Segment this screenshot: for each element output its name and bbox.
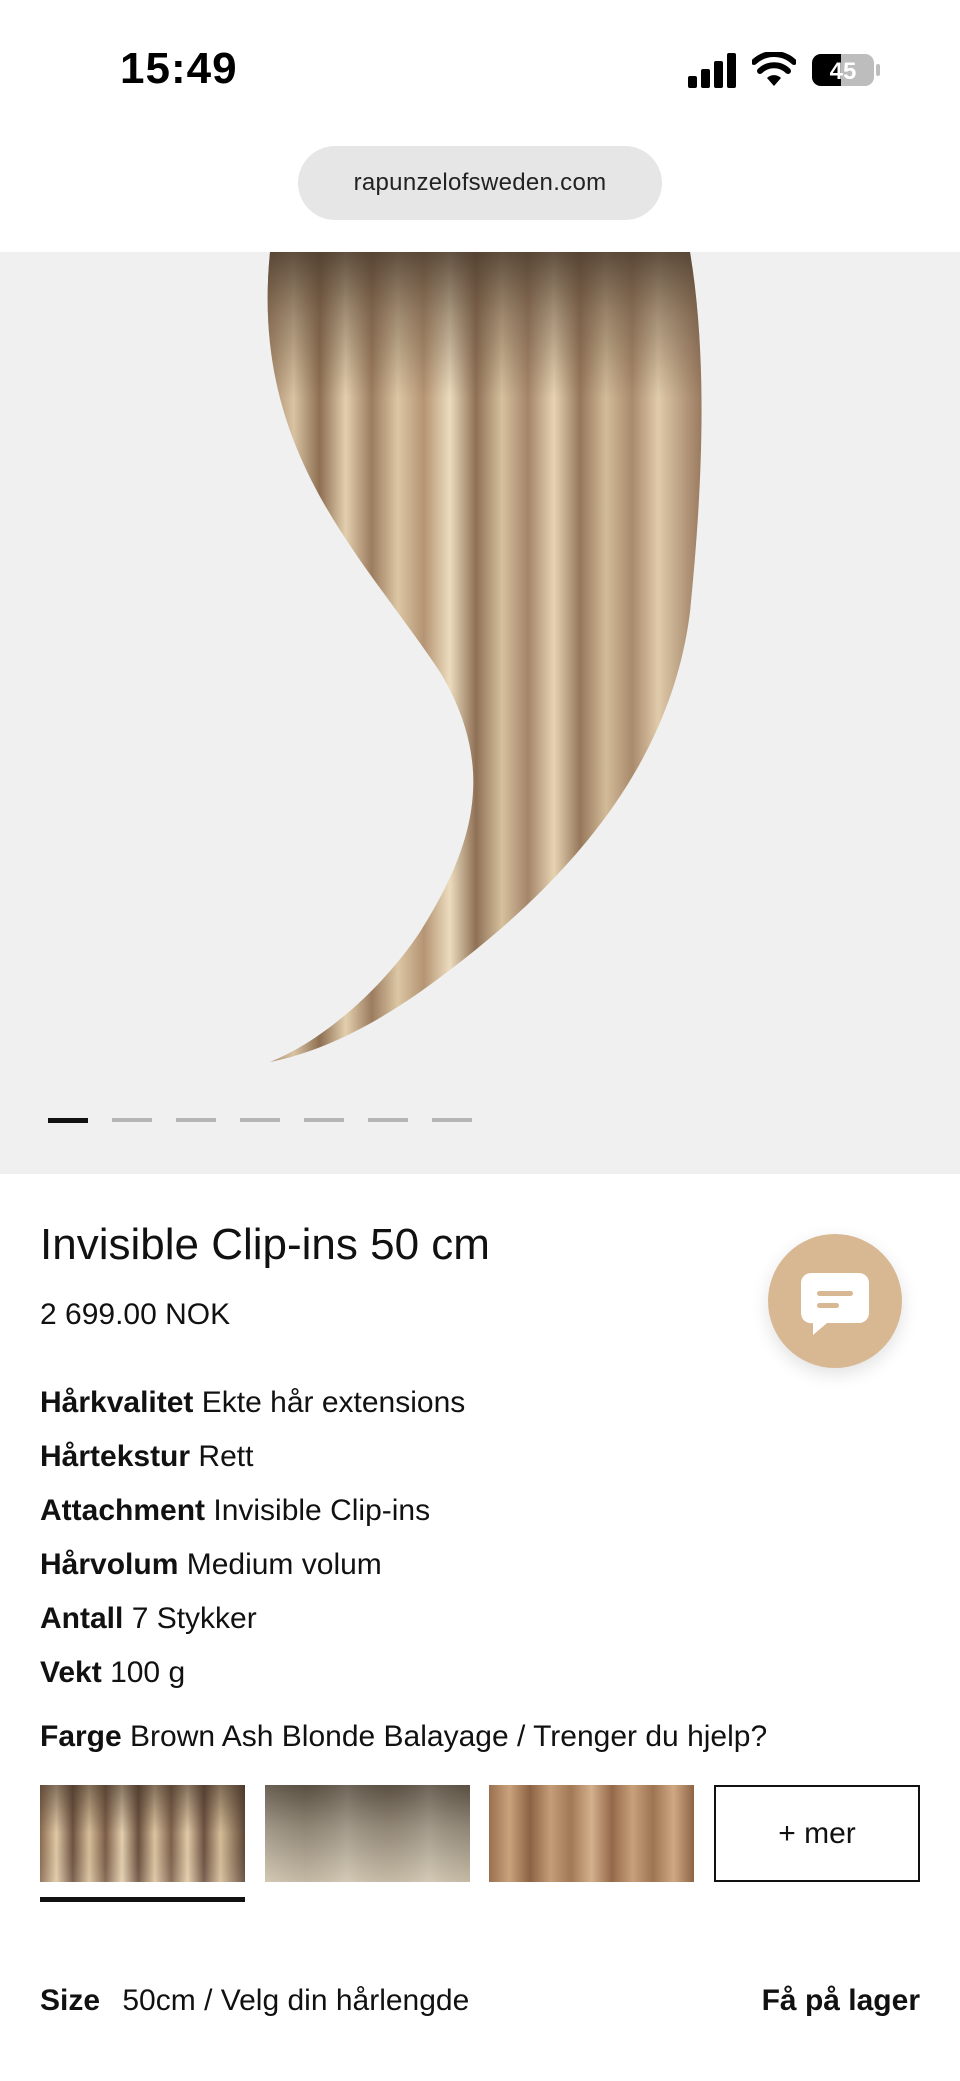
size-selection[interactable]: Size 50cm / Velg din hårlengde Få på lag…	[40, 1984, 920, 2018]
product-price: 2 699.00 NOK	[40, 1298, 231, 1331]
attribute-label: Antall	[40, 1602, 124, 1635]
status-bar: 15:49 45	[0, 0, 960, 140]
attribute-label: Hårkvalitet	[40, 1386, 194, 1419]
gallery-dot[interactable]	[112, 1118, 152, 1122]
swatch-image	[489, 1785, 694, 1882]
url-text: rapunzelofsweden.com	[353, 169, 607, 196]
attribute-label: Hårtekstur	[40, 1440, 191, 1473]
chat-button[interactable]	[768, 1234, 902, 1368]
gallery-dot[interactable]	[240, 1118, 280, 1122]
url-bar[interactable]: rapunzelofsweden.com	[298, 146, 662, 220]
gallery-dot[interactable]	[304, 1118, 344, 1122]
stock-status: Få på lager	[761, 1984, 920, 2017]
attribute-row: Vekt 100 g	[40, 1646, 465, 1700]
gallery-dot[interactable]	[368, 1118, 408, 1122]
wifi-icon	[752, 52, 796, 86]
selected-swatch-indicator	[40, 1897, 245, 1902]
gallery-dot[interactable]	[176, 1118, 216, 1122]
attribute-row: Attachment Invisible Clip-ins	[40, 1484, 465, 1538]
color-swatches: + mer	[40, 1785, 920, 1905]
attribute-label: Attachment	[40, 1494, 206, 1527]
gallery-dot[interactable]	[432, 1118, 472, 1122]
attribute-value: 100 g	[110, 1656, 186, 1689]
product-title: Invisible Clip-ins 50 cm	[40, 1220, 490, 1269]
chat-bubble-icon	[800, 1273, 869, 1335]
attribute-row: Antall 7 Stykker	[40, 1592, 465, 1646]
cellular-signal-icon	[688, 53, 736, 88]
product-attributes: Hårkvalitet Ekte hår extensions Hårtekst…	[40, 1376, 465, 1700]
swatch-image	[40, 1785, 245, 1882]
attribute-row: Hårvolum Medium volum	[40, 1538, 465, 1592]
color-label: Farge	[40, 1720, 122, 1753]
swatch-image	[265, 1785, 470, 1882]
attribute-row: Hårkvalitet Ekte hår extensions	[40, 1376, 465, 1430]
gallery-dot[interactable]	[48, 1118, 88, 1123]
size-value: 50cm / Velg din hårlengde	[122, 1984, 470, 2017]
color-value[interactable]: Brown Ash Blonde Balayage / Trenger du h…	[130, 1720, 767, 1753]
attribute-row: Hårtekstur Rett	[40, 1430, 465, 1484]
attribute-value: Rett	[198, 1440, 254, 1473]
gallery-pagination	[48, 1118, 472, 1123]
attribute-label: Vekt	[40, 1656, 102, 1689]
product-image-gallery[interactable]	[0, 252, 960, 1174]
attribute-value: 7 Stykker	[131, 1602, 257, 1635]
color-swatch[interactable]	[489, 1785, 694, 1882]
attribute-value: Invisible Clip-ins	[213, 1494, 431, 1527]
color-swatch[interactable]	[265, 1785, 470, 1882]
attribute-value: Medium volum	[186, 1548, 382, 1581]
size-label: Size	[40, 1984, 101, 2017]
attribute-value: Ekte hår extensions	[201, 1386, 466, 1419]
battery-icon: 45	[812, 54, 880, 86]
color-selection: Farge Brown Ash Blonde Balayage / Trenge…	[40, 1720, 767, 1754]
status-time: 15:49	[120, 44, 238, 93]
attribute-label: Hårvolum	[40, 1548, 179, 1581]
hair-extension-photo	[267, 252, 702, 1062]
battery-level: 45	[830, 58, 857, 85]
color-swatch-selected[interactable]	[40, 1785, 245, 1882]
more-colors-button[interactable]: + mer	[714, 1785, 920, 1882]
